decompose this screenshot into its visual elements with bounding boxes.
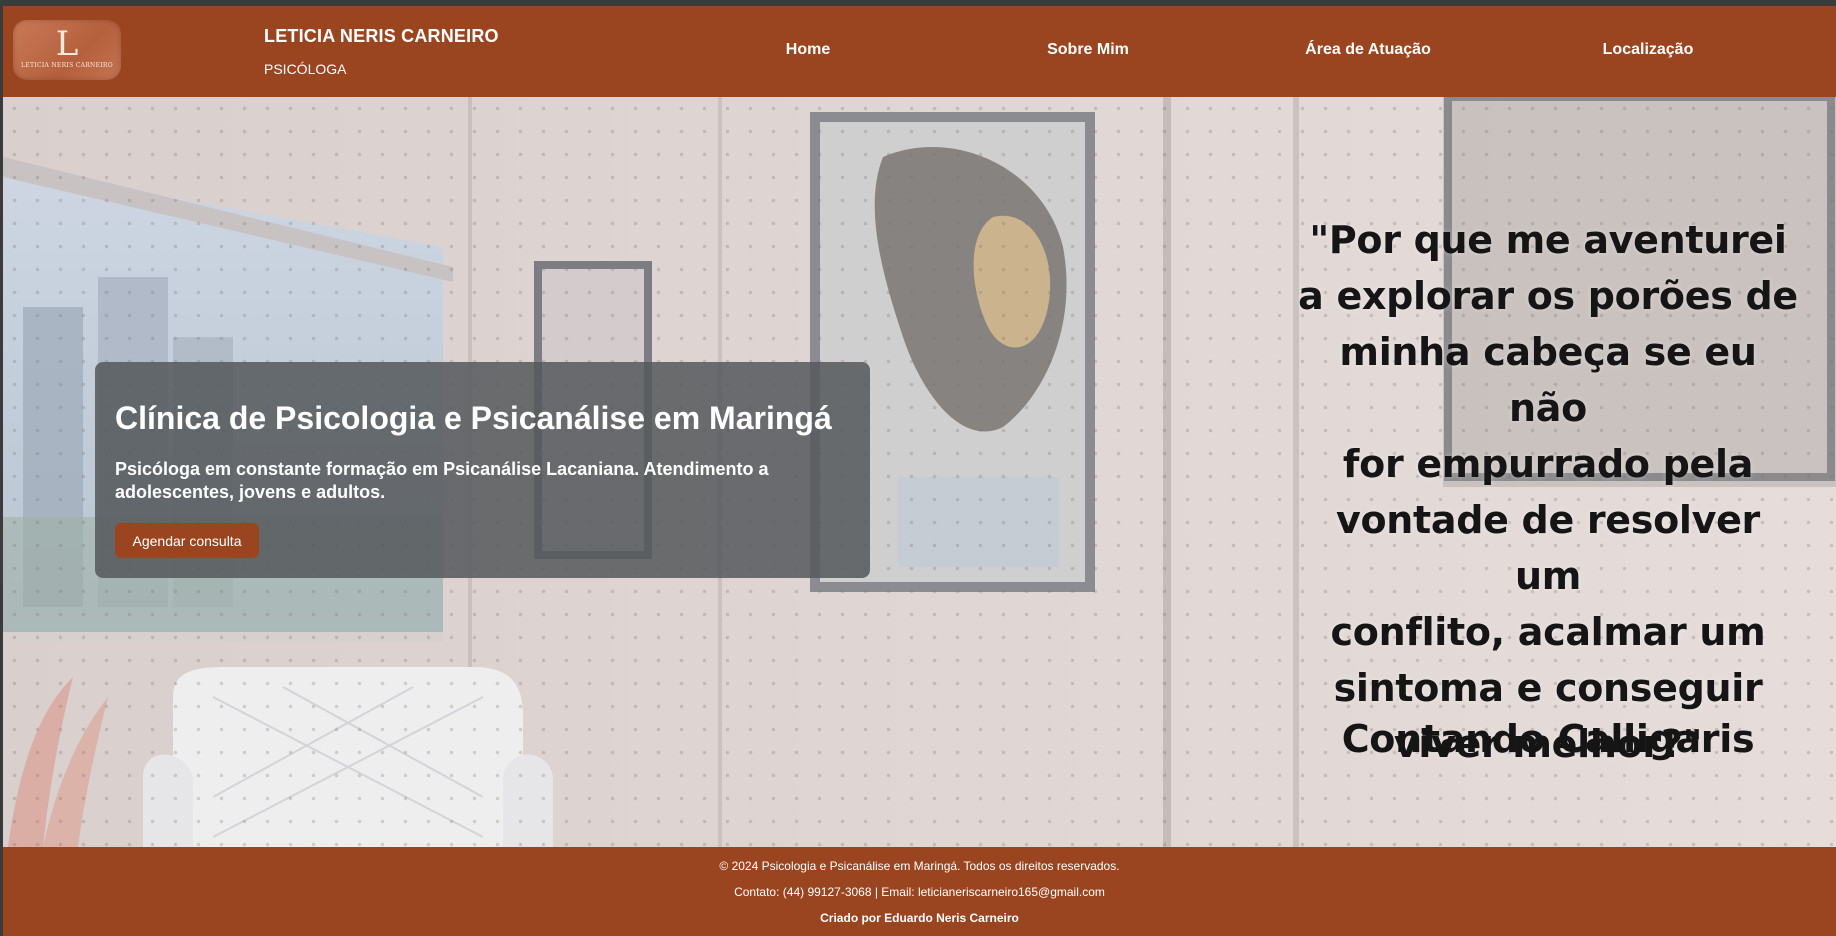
nav-localizacao[interactable]: Localização	[1603, 41, 1694, 59]
logo-text: LETICIA NERIS CARNEIRO	[21, 62, 113, 69]
site-header: L LETICIA NERIS CARNEIRO LETICIA NERIS C…	[3, 6, 1836, 97]
logo-letter: L	[55, 24, 79, 64]
nav-sobre-mim[interactable]: Sobre Mim	[1047, 41, 1129, 59]
nav-area-de-atuacao[interactable]: Área de Atuação	[1305, 41, 1431, 59]
hero-description: Psicóloga em constante formação em Psica…	[115, 459, 769, 502]
brand-name: LETICIA NERIS CARNEIRO	[264, 26, 499, 46]
quote-line: for empurrado pela	[1342, 442, 1754, 486]
quote-line: conflito, acalmar um	[1330, 610, 1766, 654]
quote-line: "Por que me aventurei	[1309, 218, 1787, 262]
hero-title: Clínica de Psicologia e Psicanálise em M…	[115, 400, 832, 436]
hero-section: Clínica de Psicologia e Psicanálise em M…	[3, 97, 1836, 847]
quote-line: vontade de resolver um	[1336, 498, 1760, 598]
quote-line: minha cabeça se eu não	[1339, 330, 1757, 430]
schedule-appointment-button[interactable]: Agendar consulta	[115, 523, 259, 558]
footer-credit: Criado por Eduardo Neris Carneiro	[820, 911, 1019, 925]
brand-subtitle: PSICÓLOGA	[264, 61, 347, 77]
footer-contact: Contato: (44) 99127-3068 | Email: letici…	[734, 885, 1105, 899]
quote-author: Contando Calligaris	[1341, 717, 1755, 761]
nav-home[interactable]: Home	[786, 41, 830, 59]
hero-quote: "Por que me aventurei a explorar os porõ…	[1298, 212, 1798, 772]
site-footer: © 2024 Psicologia e Psicanálise em Marin…	[3, 847, 1836, 936]
left-strip	[0, 0, 3, 936]
logo[interactable]: L LETICIA NERIS CARNEIRO	[13, 20, 121, 80]
footer-copyright: © 2024 Psicologia e Psicanálise em Marin…	[719, 859, 1120, 873]
quote-line: sintoma e conseguir	[1333, 666, 1763, 710]
hero-card: Clínica de Psicologia e Psicanálise em M…	[95, 362, 870, 578]
quote-line: a explorar os porões de	[1298, 274, 1798, 318]
